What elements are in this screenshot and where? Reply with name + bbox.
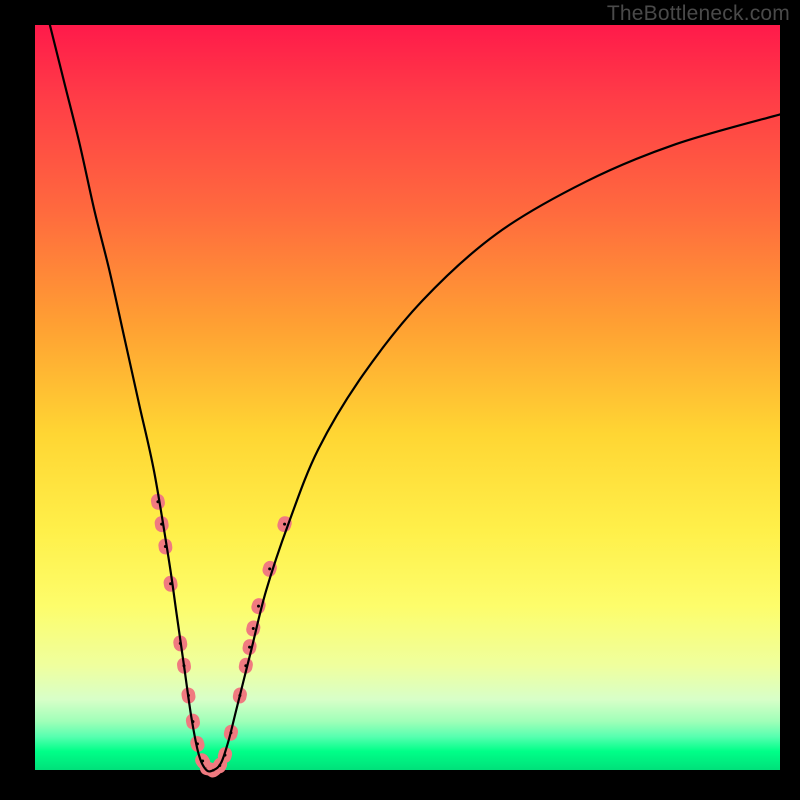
watermark-text: TheBottleneck.com bbox=[607, 2, 790, 26]
bead-markers bbox=[150, 493, 294, 780]
chart-frame: TheBottleneck.com bbox=[0, 0, 800, 800]
bead-marker bbox=[245, 619, 262, 638]
plot-area bbox=[35, 25, 780, 770]
chart-svg bbox=[35, 25, 780, 770]
bottleneck-curve bbox=[50, 25, 780, 771]
